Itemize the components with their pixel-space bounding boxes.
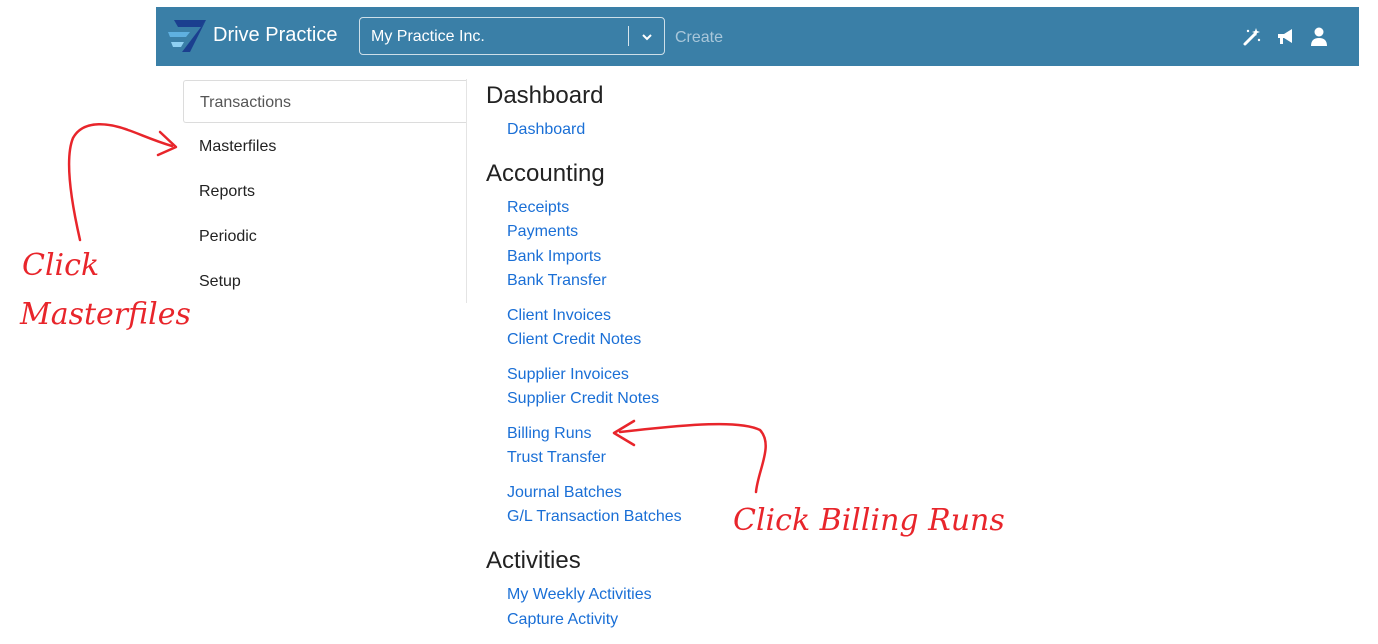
arrow-to-masterfiles — [67, 123, 174, 242]
annotation-masterfiles: Masterfiles — [20, 297, 191, 332]
annotation-arrows — [67, 123, 767, 494]
annotation-click: Click — [22, 248, 100, 283]
arrow-to-billing-runs — [618, 422, 767, 494]
annotation-click-billing-runs: Click Billing Runs — [733, 503, 1005, 538]
